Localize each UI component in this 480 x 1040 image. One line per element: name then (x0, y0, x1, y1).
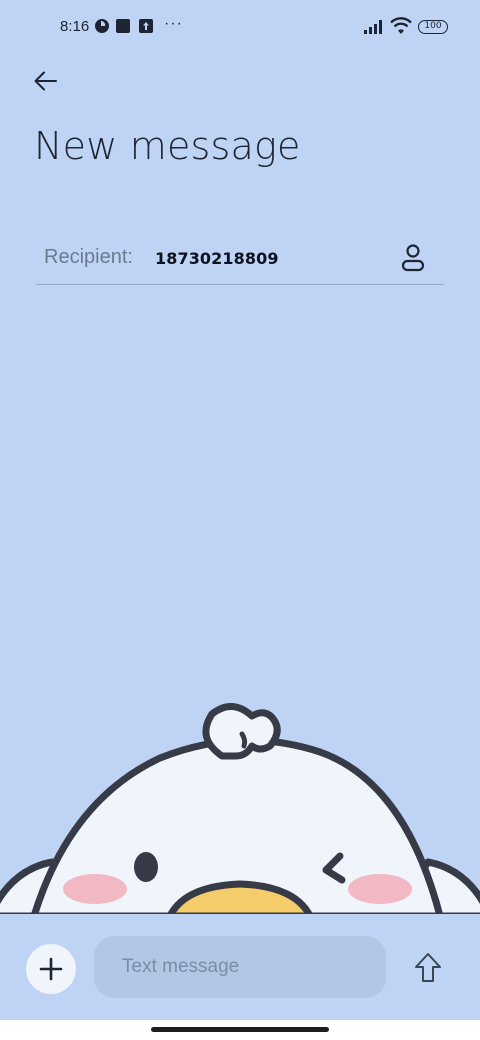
arrow-left-icon (34, 71, 57, 91)
arrow-up-icon (415, 953, 441, 982)
duck-mascot-illustration (0, 690, 480, 920)
attach-button[interactable] (26, 944, 76, 994)
square-app-icon (115, 18, 131, 39)
person-icon (401, 244, 425, 272)
status-bar: 8:16 ··· 100 (0, 0, 480, 56)
upload-app-icon (138, 18, 154, 39)
home-indicator[interactable] (151, 1027, 329, 1032)
recipient-value[interactable]: 18730218809 (155, 249, 279, 268)
status-time: 8:16 (60, 18, 90, 35)
battery-indicator: 100 (418, 20, 448, 34)
cellular-signal-icon (364, 19, 386, 39)
more-indicator: ··· (164, 15, 183, 32)
compose-bar (0, 914, 480, 1020)
wifi-icon (390, 17, 412, 40)
navigation-bar (0, 1020, 480, 1040)
recipient-label: Recipient: (44, 246, 133, 268)
app-notification-icon (94, 18, 110, 39)
back-button[interactable] (30, 66, 62, 96)
send-button[interactable] (410, 950, 446, 986)
contact-picker-button[interactable] (396, 242, 430, 274)
recipient-field[interactable]: Recipient: 18730218809 (36, 232, 444, 285)
message-input[interactable] (94, 936, 386, 998)
page-title: New message (34, 124, 301, 168)
plus-icon (39, 957, 63, 981)
